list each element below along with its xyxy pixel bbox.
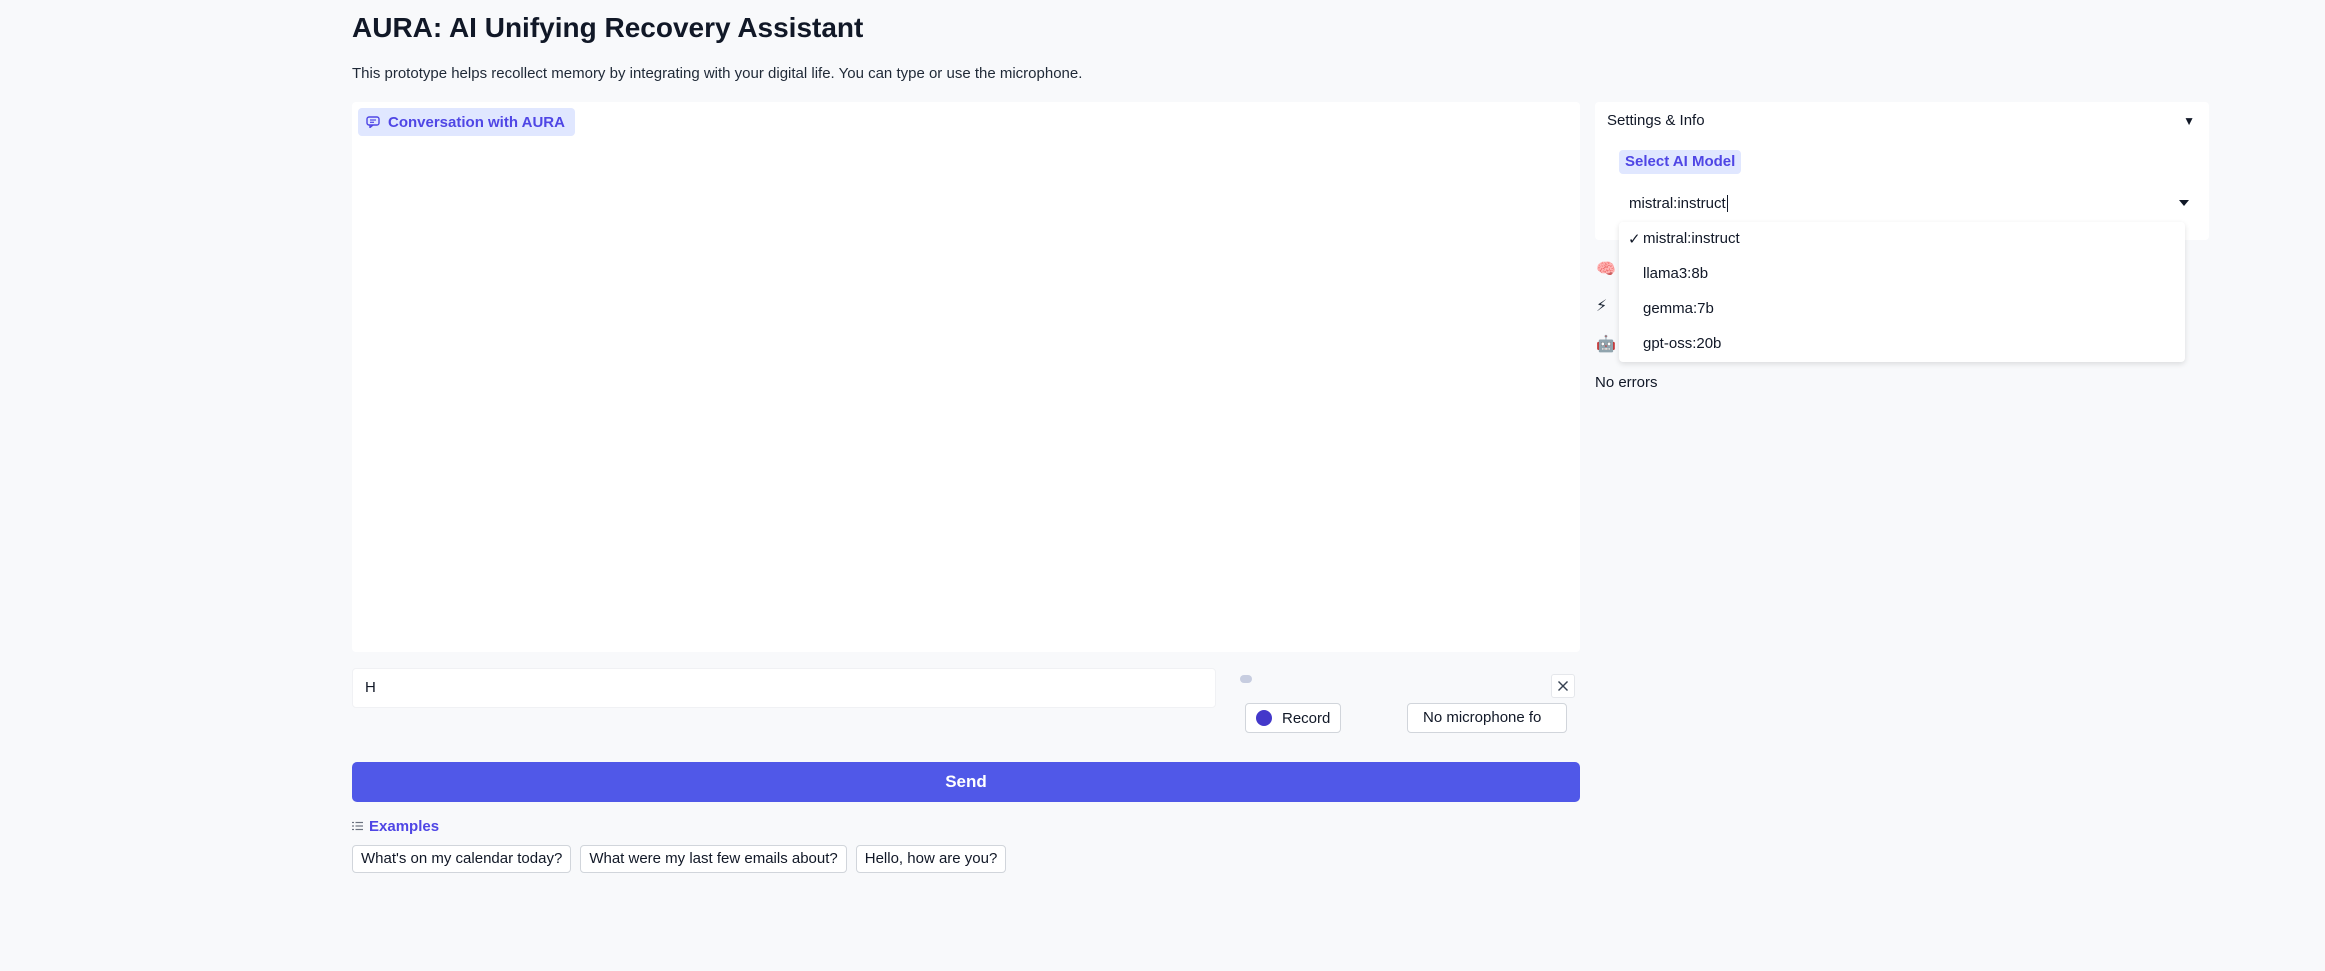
example-button-calendar[interactable]: What's on my calendar today? [352,845,572,873]
check-icon: ✓ [1628,231,1641,248]
dropdown-option[interactable]: ✓ mistral:instruct [1628,230,1740,248]
page-description: This prototype helps recollect memory by… [352,65,1083,82]
brain-icon: 🧠 [1596,261,1616,278]
dropdown-option[interactable]: gemma:7b [1643,300,1714,317]
settings-accordion: Settings & Info ▼ Select AI Model mistra… [1595,102,2209,240]
example-button-emails[interactable]: What were my last few emails about? [580,845,847,873]
microphone-select[interactable]: No microphone fo [1407,703,1567,733]
page-title: AURA: AI Unifying Recovery Assistant [352,12,864,43]
lightning-icon: ⚡ [1596,298,1608,315]
dropdown-option[interactable]: llama3:8b [1643,265,1708,282]
send-button[interactable]: Send [352,762,1580,802]
model-dropdown-value: mistral:instruct [1629,195,1726,212]
message-input[interactable]: H [352,668,1216,708]
dropdown-option[interactable]: gpt-oss:20b [1643,335,1721,352]
record-icon [1256,710,1272,726]
close-icon[interactable] [1551,674,1575,698]
model-dropdown-options: ✓ mistral:instruct llama3:8b gemma:7b gp… [1619,222,2185,362]
chatbot-label: Conversation with AURA [358,108,575,136]
model-select-label: Select AI Model [1619,150,1742,174]
chatbot-label-text: Conversation with AURA [388,113,565,131]
chat-bubble-icon [366,116,380,128]
chatbot-panel[interactable]: Conversation with AURA [352,102,1580,652]
record-button[interactable]: Record [1245,703,1341,733]
example-button-hello[interactable]: Hello, how are you? [855,845,1007,873]
examples-label: Examples [369,818,440,835]
model-dropdown-input[interactable]: mistral:instruct [1619,186,2185,222]
error-status: No errors [1595,374,1658,391]
audio-indicator [1240,675,1252,683]
record-label: Record [1282,709,1331,727]
examples-list: What's on my calendar today? What were m… [352,845,1007,873]
list-icon [352,818,363,835]
examples-header: Examples [352,818,439,835]
robot-icon: 🤖 [1596,336,1616,353]
accordion-toggle-icon[interactable]: ▼ [2183,114,2195,128]
settings-header[interactable]: Settings & Info [1607,112,1705,129]
dropdown-caret-icon[interactable] [2179,200,2189,206]
